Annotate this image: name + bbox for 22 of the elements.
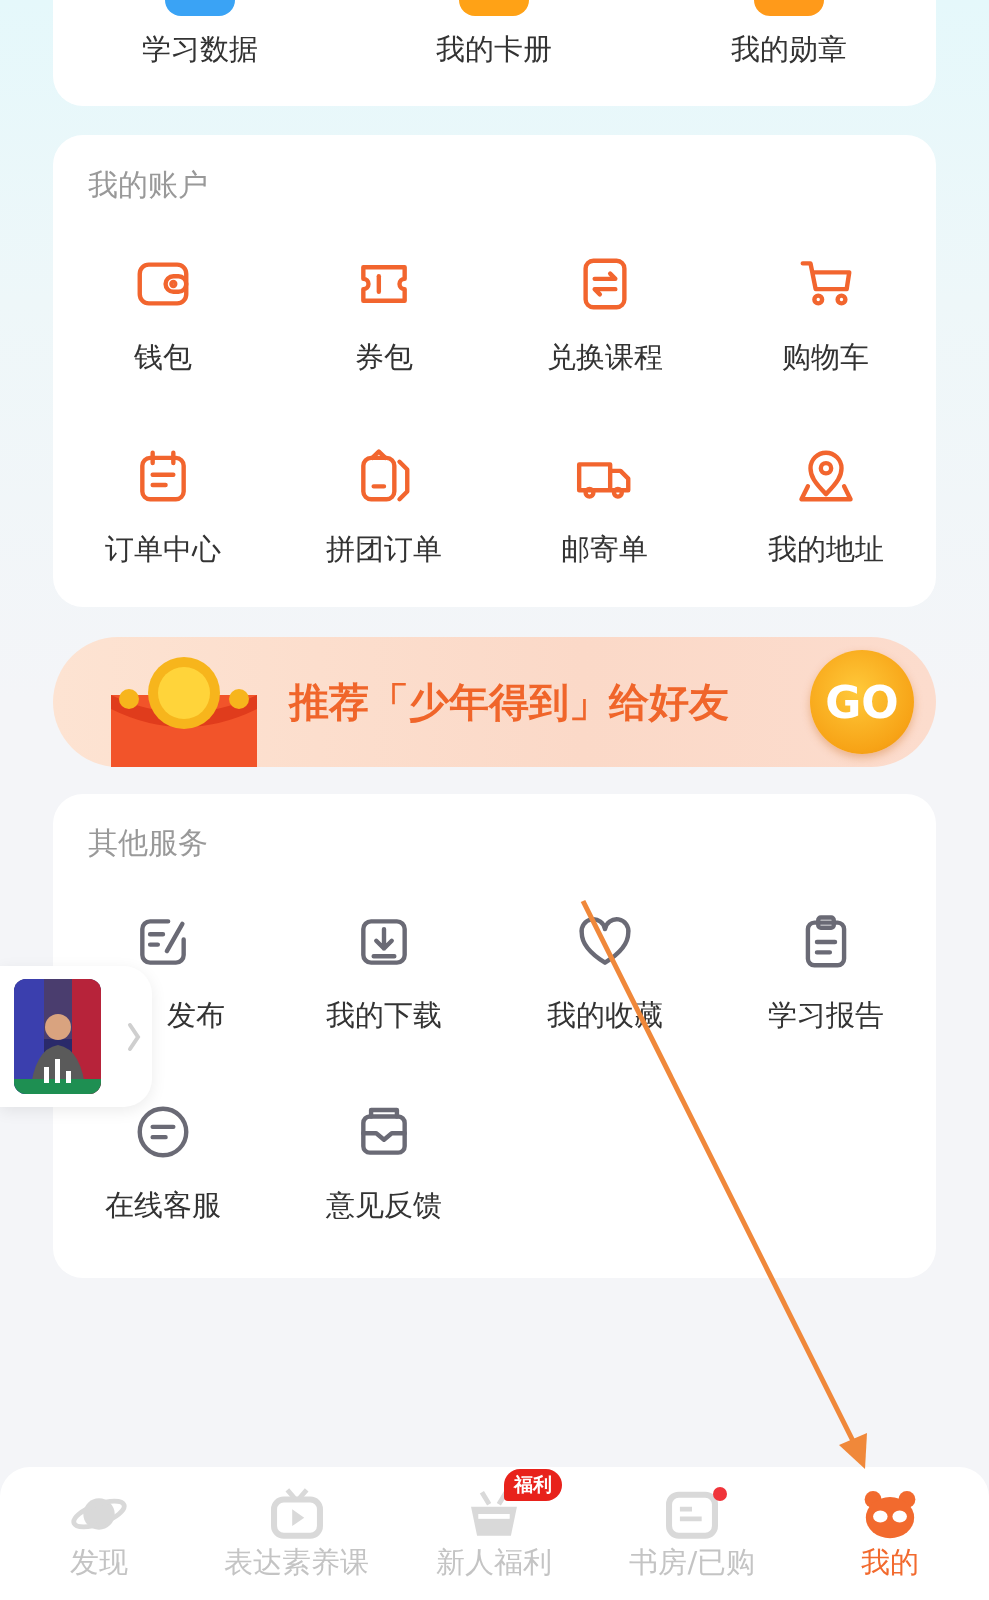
menu-label[interactable]: 兑换课程 [546, 341, 663, 373]
stat-label[interactable]: 我的卡册 [436, 32, 553, 66]
section-title: 其他服务 [88, 824, 209, 862]
menu-label[interactable]: 钱包 [134, 341, 193, 373]
menu-label[interactable]: 在线客服 [105, 1189, 222, 1221]
menu-label[interactable]: 购物车 [782, 341, 870, 373]
menu-label[interactable]: 拼团订单 [326, 533, 443, 565]
menu-label[interactable]: 发布 [167, 999, 226, 1031]
menu-label[interactable]: 我的下载 [326, 999, 443, 1031]
mini-player[interactable] [0, 966, 152, 1107]
banner-text: 推荐「少年得到」给好友 [289, 677, 729, 727]
menu-label[interactable]: 邮寄单 [561, 533, 649, 565]
stat-label[interactable]: 学习数据 [142, 32, 259, 66]
menu-label[interactable]: 意见反馈 [326, 1189, 443, 1221]
section-title: 我的账户 [88, 166, 209, 204]
menu-label[interactable]: 我的地址 [767, 533, 884, 565]
promo-badge: 福利 [503, 1469, 562, 1501]
stat-label[interactable]: 我的勋章 [730, 32, 847, 66]
menu-label[interactable]: 券包 [355, 341, 414, 373]
menu-label[interactable]: 订单中心 [105, 533, 222, 565]
menu-label[interactable]: 学习报告 [767, 999, 884, 1031]
tab[interactable]: 福利 新人福利 [395, 1467, 594, 1600]
